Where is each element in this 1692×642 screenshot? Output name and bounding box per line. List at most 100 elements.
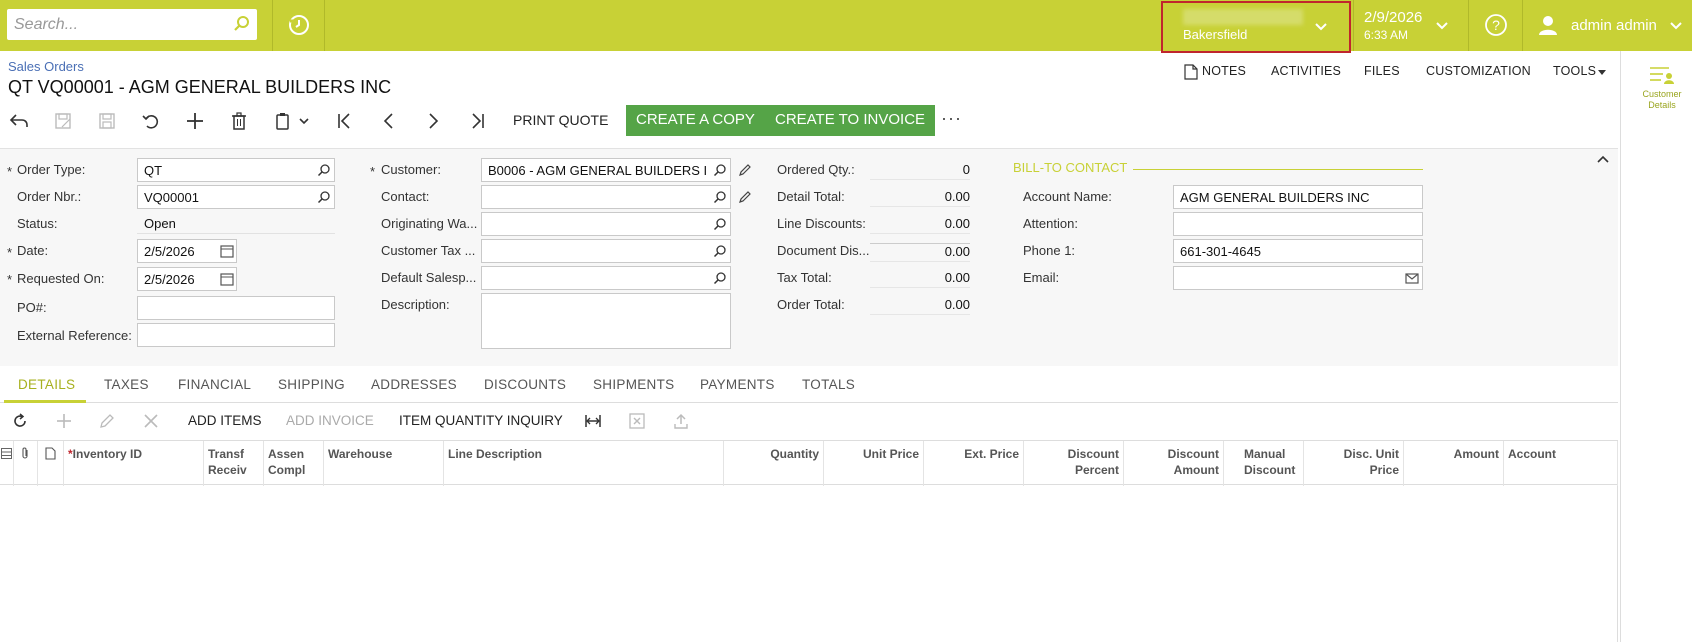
activities-link[interactable]: ACTIVITIES: [1271, 64, 1341, 78]
external-reference-field[interactable]: [137, 323, 335, 347]
next-record-icon[interactable]: [423, 111, 443, 131]
export-excel-icon[interactable]: [628, 412, 646, 430]
phone-field[interactable]: 661-301-4645: [1173, 239, 1423, 263]
back-icon[interactable]: [9, 111, 29, 131]
grid-col-selector[interactable]: [0, 441, 14, 486]
email-field[interactable]: [1173, 266, 1423, 290]
search-input[interactable]: Search...: [14, 16, 78, 34]
po-field[interactable]: [137, 296, 335, 320]
grid-col-unit-price[interactable]: Unit Price: [824, 441, 924, 486]
user-name[interactable]: admin admin: [1571, 17, 1657, 34]
order-nbr-field[interactable]: VQ00001: [137, 185, 335, 209]
grid-col-quantity[interactable]: Quantity: [724, 441, 824, 486]
chevron-down-icon[interactable]: [1434, 18, 1450, 34]
originating-warehouse-field[interactable]: [481, 212, 731, 236]
add-icon[interactable]: [185, 111, 205, 131]
grid-col-discount-amount[interactable]: Discount Amount: [1124, 441, 1224, 486]
branch-selector[interactable]: Bakersfield: [1161, 1, 1351, 53]
chevron-down-icon[interactable]: [1313, 19, 1329, 35]
create-copy-button[interactable]: CREATE A COPY: [626, 105, 765, 136]
grid-col-transfer-receive[interactable]: Transf Receiv: [204, 441, 264, 486]
tab-addresses[interactable]: ADDRESSES: [371, 377, 457, 392]
customization-link[interactable]: CUSTOMIZATION: [1426, 64, 1531, 78]
save-close-icon-disabled[interactable]: [97, 111, 117, 131]
last-record-icon[interactable]: [467, 111, 487, 131]
grid-col-amount[interactable]: Amount: [1404, 441, 1504, 486]
print-quote-button[interactable]: PRINT QUOTE: [513, 112, 608, 128]
undo-icon[interactable]: [141, 111, 161, 131]
chevron-down-icon[interactable]: [1668, 18, 1684, 34]
customer-tax-field[interactable]: [481, 239, 731, 263]
tab-financial[interactable]: FINANCIAL: [178, 377, 251, 392]
calendar-icon[interactable]: [220, 244, 234, 258]
user-icon[interactable]: [1536, 13, 1560, 37]
search-icon[interactable]: [713, 217, 727, 231]
grid-col-attachment[interactable]: [14, 441, 38, 486]
tools-menu[interactable]: TOOLS: [1553, 64, 1596, 78]
edit-icon[interactable]: [738, 163, 752, 177]
more-actions-button[interactable]: ···: [941, 108, 962, 129]
grid-col-account[interactable]: Account: [1504, 441, 1618, 486]
grid-col-discount-percent[interactable]: Discount Percent: [1024, 441, 1124, 486]
grid-col-warehouse[interactable]: Warehouse: [324, 441, 444, 486]
grid-col-ext-price[interactable]: Ext. Price: [924, 441, 1024, 486]
bill-to-contact-heading[interactable]: BILL-TO CONTACT: [1013, 160, 1127, 175]
contact-field[interactable]: [481, 185, 731, 209]
grid-col-note[interactable]: [38, 441, 64, 486]
previous-record-icon[interactable]: [379, 111, 399, 131]
search-icon[interactable]: [317, 190, 331, 204]
item-quantity-inquiry-button[interactable]: ITEM QUANTITY INQUIRY: [399, 413, 563, 428]
tab-shipping[interactable]: SHIPPING: [278, 377, 345, 392]
tab-details[interactable]: DETAILS: [18, 377, 75, 392]
tab-shipments[interactable]: SHIPMENTS: [593, 377, 674, 392]
tab-discounts[interactable]: DISCOUNTS: [484, 377, 566, 392]
search-icon[interactable]: [233, 15, 251, 33]
grid-col-manual-discount[interactable]: Manual Discount: [1224, 441, 1304, 486]
search-icon[interactable]: [713, 190, 727, 204]
add-items-button[interactable]: ADD ITEMS: [188, 413, 262, 428]
customer-details-icon[interactable]: [1649, 65, 1675, 85]
delete-row-icon[interactable]: [142, 412, 160, 430]
collapse-icon[interactable]: [1596, 153, 1610, 167]
mail-icon[interactable]: [1405, 271, 1419, 285]
note-icon[interactable]: [1184, 64, 1198, 80]
grid-col-assembly-complete[interactable]: Assen Compl: [264, 441, 324, 486]
search-icon[interactable]: [713, 271, 727, 285]
tab-totals[interactable]: TOTALS: [802, 377, 855, 392]
search-icon[interactable]: [713, 244, 727, 258]
upload-icon[interactable]: [672, 412, 690, 430]
create-invoice-button[interactable]: CREATE TO INVOICE: [765, 105, 936, 136]
tab-payments[interactable]: PAYMENTS: [700, 377, 775, 392]
caret-down-icon[interactable]: [1597, 68, 1607, 76]
default-salesperson-field[interactable]: [481, 266, 731, 290]
first-record-icon[interactable]: [335, 111, 355, 131]
search-icon[interactable]: [317, 163, 331, 177]
files-link[interactable]: FILES: [1364, 64, 1400, 78]
search-box[interactable]: Search...: [7, 9, 257, 40]
clipboard-icon[interactable]: [273, 111, 293, 131]
breadcrumb[interactable]: Sales Orders: [8, 59, 84, 74]
notes-link[interactable]: NOTES: [1202, 64, 1246, 78]
edit-row-icon[interactable]: [98, 412, 116, 430]
business-date[interactable]: 2/9/2026: [1364, 9, 1422, 26]
search-icon[interactable]: [713, 163, 727, 177]
edit-icon[interactable]: [738, 190, 752, 204]
tab-taxes[interactable]: TAXES: [104, 377, 149, 392]
help-icon[interactable]: ?: [1484, 13, 1508, 37]
history-icon[interactable]: [287, 13, 311, 37]
grid-col-disc-unit-price[interactable]: Disc. Unit Price: [1304, 441, 1404, 486]
account-name-field[interactable]: AGM GENERAL BUILDERS INC: [1173, 185, 1423, 209]
add-row-icon[interactable]: [55, 412, 73, 430]
customer-details-label[interactable]: Customer Details: [1636, 89, 1688, 111]
save-icon-disabled[interactable]: [53, 111, 73, 131]
order-type-field[interactable]: QT: [137, 158, 335, 182]
fit-columns-icon[interactable]: [584, 412, 602, 430]
chevron-down-icon[interactable]: [298, 111, 310, 131]
calendar-icon[interactable]: [220, 272, 234, 286]
refresh-icon[interactable]: [11, 412, 29, 430]
attention-field[interactable]: [1173, 212, 1423, 236]
delete-icon[interactable]: [229, 111, 249, 131]
customer-field[interactable]: B0006 - AGM GENERAL BUILDERS I: [481, 158, 731, 182]
grid-col-line-description[interactable]: Line Description: [444, 441, 724, 486]
add-invoice-button[interactable]: ADD INVOICE: [286, 413, 374, 428]
